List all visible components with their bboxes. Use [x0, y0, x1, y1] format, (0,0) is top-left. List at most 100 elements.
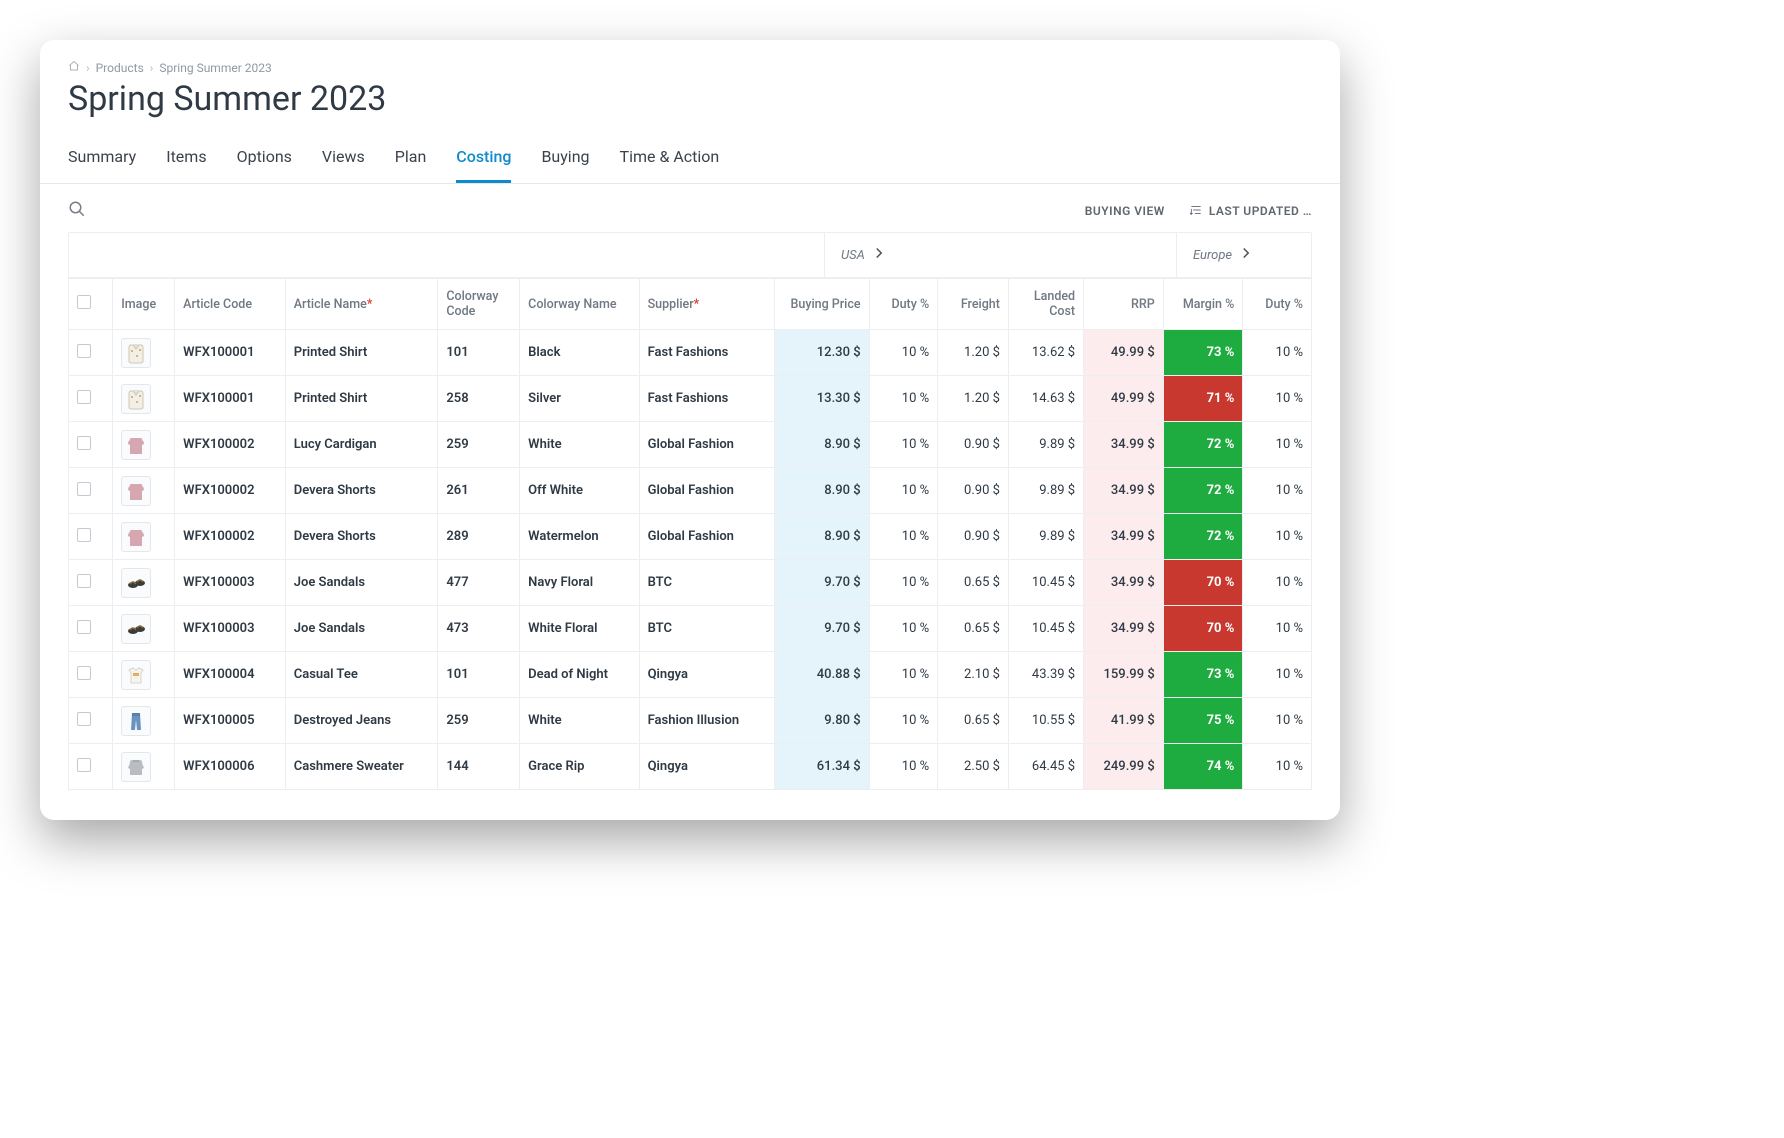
breadcrumb-products[interactable]: Products [96, 61, 144, 75]
row-checkbox[interactable] [69, 698, 113, 744]
cell-duty[interactable]: 10 % [869, 744, 938, 790]
home-icon[interactable] [68, 60, 80, 75]
cell-duty[interactable]: 10 % [869, 468, 938, 514]
row-thumbnail[interactable] [113, 606, 175, 652]
cell-duty2[interactable]: 10 % [1243, 376, 1312, 422]
col-freight[interactable]: Freight [938, 279, 1009, 330]
row-checkbox[interactable] [69, 468, 113, 514]
cell-buying-price[interactable]: 61.34 $ [774, 744, 869, 790]
col-colorway-name[interactable]: Colorway Name [520, 279, 639, 330]
cell-freight[interactable]: 0.65 $ [938, 560, 1009, 606]
cell-duty[interactable]: 10 % [869, 652, 938, 698]
cell-freight[interactable]: 2.10 $ [938, 652, 1009, 698]
row-thumbnail[interactable] [113, 652, 175, 698]
cell-duty2[interactable]: 10 % [1243, 652, 1312, 698]
table-row[interactable]: WFX100005Destroyed Jeans259WhiteFashion … [69, 698, 1312, 744]
cell-rrp[interactable]: 41.99 $ [1084, 698, 1164, 744]
tab-options[interactable]: Options [237, 137, 292, 183]
col-image[interactable]: Image [113, 279, 175, 330]
cell-buying-price[interactable]: 9.80 $ [774, 698, 869, 744]
cell-duty[interactable]: 10 % [869, 606, 938, 652]
cell-rrp[interactable]: 34.99 $ [1084, 514, 1164, 560]
cell-freight[interactable]: 2.50 $ [938, 744, 1009, 790]
tab-plan[interactable]: Plan [395, 137, 427, 183]
cell-duty2[interactable]: 10 % [1243, 422, 1312, 468]
cell-buying-price[interactable]: 9.70 $ [774, 560, 869, 606]
cell-buying-price[interactable]: 8.90 $ [774, 468, 869, 514]
tab-buying[interactable]: Buying [541, 137, 589, 183]
col-article-name[interactable]: Article Name* [285, 279, 438, 330]
col-margin[interactable]: Margin % [1163, 279, 1243, 330]
cell-duty2[interactable]: 10 % [1243, 330, 1312, 376]
cell-rrp[interactable]: 49.99 $ [1084, 330, 1164, 376]
search-icon[interactable] [68, 200, 86, 222]
table-row[interactable]: WFX100003Joe Sandals477Navy FloralBTC9.7… [69, 560, 1312, 606]
col-supplier[interactable]: Supplier* [639, 279, 774, 330]
cell-rrp[interactable]: 249.99 $ [1084, 744, 1164, 790]
cell-buying-price[interactable]: 12.30 $ [774, 330, 869, 376]
cell-rrp[interactable]: 34.99 $ [1084, 468, 1164, 514]
cell-duty2[interactable]: 10 % [1243, 514, 1312, 560]
table-row[interactable]: WFX100003Joe Sandals473White FloralBTC9.… [69, 606, 1312, 652]
row-checkbox[interactable] [69, 376, 113, 422]
cell-buying-price[interactable]: 40.88 $ [774, 652, 869, 698]
table-row[interactable]: WFX100002Devera Shorts289WatermelonGloba… [69, 514, 1312, 560]
col-article-code[interactable]: Article Code [175, 279, 286, 330]
col-duty[interactable]: Duty % [869, 279, 938, 330]
cell-duty2[interactable]: 10 % [1243, 744, 1312, 790]
table-row[interactable]: WFX100004Casual Tee101Dead of NightQingy… [69, 652, 1312, 698]
row-checkbox[interactable] [69, 560, 113, 606]
row-thumbnail[interactable] [113, 422, 175, 468]
cell-duty[interactable]: 10 % [869, 376, 938, 422]
cell-buying-price[interactable]: 8.90 $ [774, 514, 869, 560]
row-checkbox[interactable] [69, 652, 113, 698]
col-duty2[interactable]: Duty % [1243, 279, 1312, 330]
row-thumbnail[interactable] [113, 376, 175, 422]
col-buying-price[interactable]: Buying Price [774, 279, 869, 330]
tab-summary[interactable]: Summary [68, 137, 136, 183]
cell-freight[interactable]: 0.90 $ [938, 514, 1009, 560]
cell-rrp[interactable]: 34.99 $ [1084, 560, 1164, 606]
cell-freight[interactable]: 1.20 $ [938, 376, 1009, 422]
cell-duty[interactable]: 10 % [869, 330, 938, 376]
region-usa[interactable]: USA [824, 233, 1176, 277]
cell-duty2[interactable]: 10 % [1243, 606, 1312, 652]
cell-duty2[interactable]: 10 % [1243, 698, 1312, 744]
row-thumbnail[interactable] [113, 744, 175, 790]
table-row[interactable]: WFX100001Printed Shirt101BlackFast Fashi… [69, 330, 1312, 376]
cell-freight[interactable]: 0.65 $ [938, 698, 1009, 744]
cell-duty2[interactable]: 10 % [1243, 468, 1312, 514]
cell-buying-price[interactable]: 13.30 $ [774, 376, 869, 422]
cell-freight[interactable]: 0.90 $ [938, 422, 1009, 468]
cell-buying-price[interactable]: 8.90 $ [774, 422, 869, 468]
cell-duty[interactable]: 10 % [869, 422, 938, 468]
row-checkbox[interactable] [69, 514, 113, 560]
cell-freight[interactable]: 0.90 $ [938, 468, 1009, 514]
table-row[interactable]: WFX100002Devera Shorts261Off WhiteGlobal… [69, 468, 1312, 514]
cell-freight[interactable]: 0.65 $ [938, 606, 1009, 652]
table-row[interactable]: WFX100002Lucy Cardigan259WhiteGlobal Fas… [69, 422, 1312, 468]
tab-items[interactable]: Items [166, 137, 206, 183]
row-thumbnail[interactable] [113, 514, 175, 560]
cell-rrp[interactable]: 34.99 $ [1084, 422, 1164, 468]
cell-buying-price[interactable]: 9.70 $ [774, 606, 869, 652]
row-thumbnail[interactable] [113, 330, 175, 376]
cell-rrp[interactable]: 159.99 $ [1084, 652, 1164, 698]
col-colorway-code[interactable]: Colorway Code [438, 279, 520, 330]
tab-views[interactable]: Views [322, 137, 365, 183]
cell-duty2[interactable]: 10 % [1243, 560, 1312, 606]
region-europe[interactable]: Europe [1176, 233, 1311, 277]
breadcrumb-season[interactable]: Spring Summer 2023 [159, 61, 271, 75]
tab-time-action[interactable]: Time & Action [620, 137, 720, 183]
cell-duty[interactable]: 10 % [869, 698, 938, 744]
col-rrp[interactable]: RRP [1084, 279, 1164, 330]
row-checkbox[interactable] [69, 422, 113, 468]
row-checkbox[interactable] [69, 606, 113, 652]
row-thumbnail[interactable] [113, 560, 175, 606]
table-row[interactable]: WFX100001Printed Shirt258SilverFast Fash… [69, 376, 1312, 422]
row-thumbnail[interactable] [113, 468, 175, 514]
buying-view-button[interactable]: BUYING VIEW [1085, 204, 1165, 218]
row-thumbnail[interactable] [113, 698, 175, 744]
row-checkbox[interactable] [69, 744, 113, 790]
cell-duty[interactable]: 10 % [869, 514, 938, 560]
